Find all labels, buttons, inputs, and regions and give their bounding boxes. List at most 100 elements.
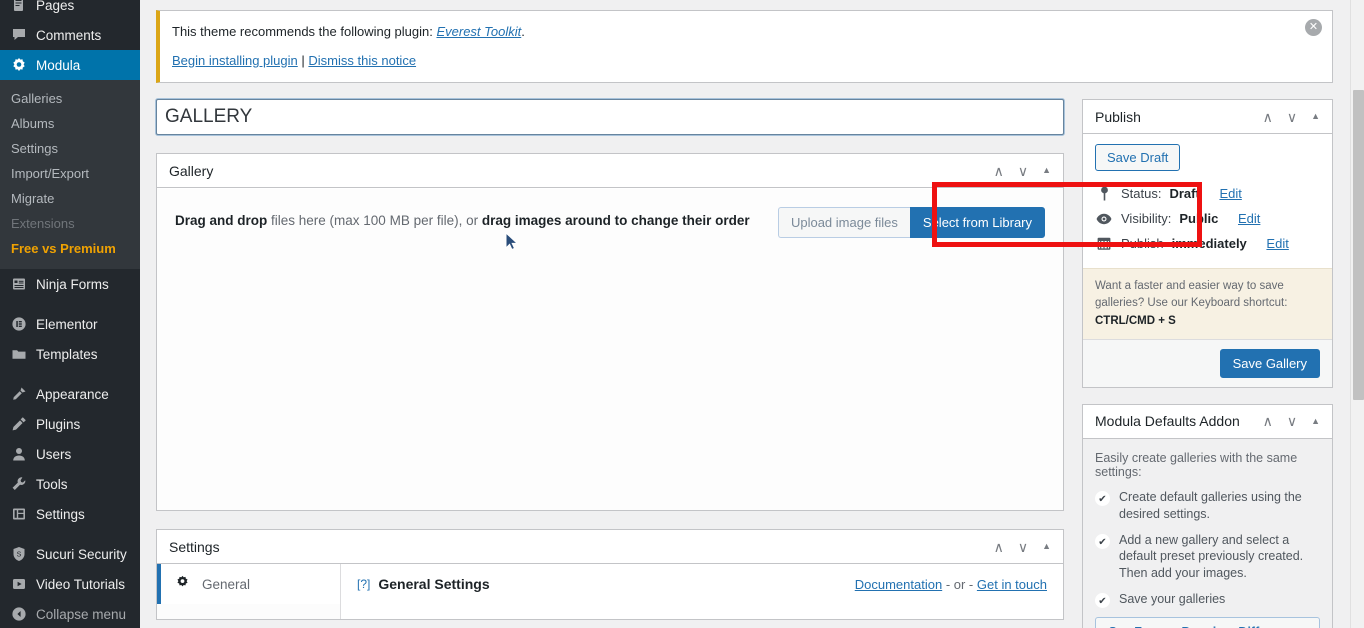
sidebar-item-label: Comments <box>36 27 102 43</box>
publish-date-label: Publish <box>1121 236 1164 251</box>
begin-installing-plugin-link[interactable]: Begin installing plugin <box>172 53 298 68</box>
sidebar-item-sucuri-security[interactable]: S Sucuri Security <box>0 539 140 569</box>
sidebar-item-appearance[interactable]: Appearance <box>0 379 140 409</box>
or-separator: - or - <box>945 576 974 592</box>
submenu-item-albums[interactable]: Albums <box>0 111 140 136</box>
sidebar-item-plugins[interactable]: Plugins <box>0 409 140 439</box>
publish-panel-body: Save Draft Status: Draft Edit Visibility… <box>1083 134 1332 268</box>
chevron-down-icon[interactable]: ∨ <box>1287 414 1297 428</box>
list-item: ✔ Create default galleries using the des… <box>1095 489 1320 523</box>
plugin-recommendation-notice: ✕ This theme recommends the following pl… <box>156 10 1333 83</box>
settings-tab-general[interactable]: General <box>157 564 340 604</box>
modula-submenu: Galleries Albums Settings Import/Export … <box>0 80 140 269</box>
plugin-name: Everest Toolkit <box>436 24 522 39</box>
sidebar-item-label: Templates <box>36 346 98 362</box>
sidebar-item-comments[interactable]: Comments <box>0 20 140 50</box>
settings-postbox-controls: ∧ ∨ ▲ <box>994 540 1051 554</box>
appearance-icon <box>10 385 28 403</box>
sidebar-item-label: Pages <box>36 0 75 13</box>
sidebar-item-pages[interactable]: Pages <box>0 0 140 20</box>
sidebar-item-label: Appearance <box>36 386 109 402</box>
save-gallery-button[interactable]: Save Gallery <box>1219 348 1320 378</box>
edit-date-link[interactable]: Edit <box>1266 236 1288 251</box>
see-free-vs-premium-button[interactable]: See Free vs Premium Differences <box>1095 617 1320 628</box>
main-content: ✕ This theme recommends the following pl… <box>140 0 1364 628</box>
sidebar-item-video-tutorials[interactable]: Video Tutorials <box>0 569 140 599</box>
save-draft-button[interactable]: Save Draft <box>1095 144 1181 171</box>
submenu-item-settings[interactable]: Settings <box>0 136 140 161</box>
list-item: ✔ Save your galleries <box>1095 591 1320 609</box>
sidebar-item-settings[interactable]: Settings <box>0 499 140 529</box>
users-icon <box>10 445 28 463</box>
keyboard-notice-text: Want a faster and easier way to save gal… <box>1095 280 1288 310</box>
gallery-dropzone[interactable]: Drag and drop files here (max 100 MB per… <box>157 188 1063 510</box>
sidebar-item-tools[interactable]: Tools <box>0 469 140 499</box>
help-icon[interactable]: [?] <box>357 577 370 591</box>
sidebar-item-elementor[interactable]: Elementor <box>0 309 140 339</box>
chevron-down-icon[interactable]: ∨ <box>1018 540 1028 554</box>
sidebar-item-users[interactable]: Users <box>0 439 140 469</box>
publish-panel-controls: ∧ ∨ ▲ <box>1263 110 1320 124</box>
vertical-scrollbar[interactable] <box>1350 0 1364 628</box>
sidebar-item-label: Modula <box>36 57 81 73</box>
submenu-item-extensions[interactable]: Extensions <box>0 211 140 236</box>
toggle-panel-icon[interactable]: ▲ <box>1311 112 1320 121</box>
sidebar-item-ninja-forms[interactable]: Ninja Forms <box>0 269 140 299</box>
chevron-down-icon[interactable]: ∨ <box>1287 110 1297 124</box>
submenu-item-import-export[interactable]: Import/Export <box>0 161 140 186</box>
toggle-panel-icon[interactable]: ▲ <box>1042 166 1051 175</box>
dismiss-notice-link[interactable]: Dismiss this notice <box>308 53 416 68</box>
publish-visibility-row: Visibility: Public Edit <box>1095 206 1320 231</box>
chevron-up-icon[interactable]: ∧ <box>994 540 1004 554</box>
sidebar-item-templates[interactable]: Templates <box>0 339 140 369</box>
addon-bullet-text: Create default galleries using the desir… <box>1119 489 1302 521</box>
publish-visibility-label: Visibility: <box>1121 211 1172 226</box>
get-in-touch-link[interactable]: Get in touch <box>977 577 1047 592</box>
gallery-postbox-title: Gallery <box>169 162 214 179</box>
elementor-icon <box>10 315 28 333</box>
toggle-panel-icon[interactable]: ▲ <box>1311 416 1320 426</box>
submenu-item-galleries[interactable]: Galleries <box>0 86 140 111</box>
collapse-arrow-icon <box>10 605 28 623</box>
publish-panel-header: Publish ∧ ∨ ▲ <box>1083 100 1332 134</box>
publish-date-value: immediately <box>1171 236 1247 251</box>
sidebar-item-label: Elementor <box>36 316 98 332</box>
gallery-title-input[interactable] <box>155 98 1065 136</box>
plugin-link[interactable]: Everest Toolkit <box>436 24 521 39</box>
addon-lead-text: Easily create galleries with the same se… <box>1095 450 1298 479</box>
addon-panel-body: Easily create galleries with the same se… <box>1083 438 1332 628</box>
close-icon[interactable]: ✕ <box>1305 19 1322 36</box>
submenu-item-migrate[interactable]: Migrate <box>0 186 140 211</box>
edit-visibility-link[interactable]: Edit <box>1238 211 1260 226</box>
toggle-panel-icon[interactable]: ▲ <box>1042 542 1051 551</box>
notice-separator: | <box>301 52 305 68</box>
settings-body: General [?] General Settings Documentati… <box>157 564 1063 619</box>
mouse-cursor <box>505 232 519 251</box>
publish-panel-title: Publish <box>1095 108 1141 125</box>
eye-icon <box>1095 213 1113 225</box>
sidebar-item-modula[interactable]: Modula <box>0 50 140 80</box>
gear-icon <box>175 575 190 593</box>
plugins-icon <box>10 415 28 433</box>
tools-icon <box>10 475 28 493</box>
upload-image-files-button[interactable]: Upload image files <box>777 207 910 238</box>
chevron-up-icon[interactable]: ∧ <box>994 164 1004 178</box>
scrollbar-thumb[interactable] <box>1353 90 1364 400</box>
chevron-up-icon[interactable]: ∧ <box>1263 414 1273 428</box>
select-from-library-button[interactable]: Select from Library <box>909 207 1045 238</box>
check-icon: ✔ <box>1095 490 1110 506</box>
sidebar-item-label: Plugins <box>36 416 81 432</box>
notice-actions: Begin installing plugin | Dismiss this n… <box>172 51 1320 71</box>
submenu-item-free-vs-premium[interactable]: Free vs Premium <box>0 236 140 261</box>
addon-bullet-text: Add a new gallery and select a default p… <box>1119 532 1304 581</box>
notice-text-prefix: This theme recommends the following plug… <box>172 24 437 39</box>
modula-icon <box>10 56 28 74</box>
documentation-link[interactable]: Documentation <box>855 577 942 592</box>
chevron-up-icon[interactable]: ∧ <box>1263 110 1273 124</box>
collapse-menu-button[interactable]: Collapse menu <box>0 599 140 628</box>
editor-sidebar-column: Publish ∧ ∨ ▲ Save Draft Status: Draft E… <box>1082 99 1333 628</box>
collapse-menu-label: Collapse menu <box>36 606 127 622</box>
templates-icon <box>10 345 28 363</box>
edit-status-link[interactable]: Edit <box>1219 186 1241 201</box>
chevron-down-icon[interactable]: ∨ <box>1018 164 1028 178</box>
